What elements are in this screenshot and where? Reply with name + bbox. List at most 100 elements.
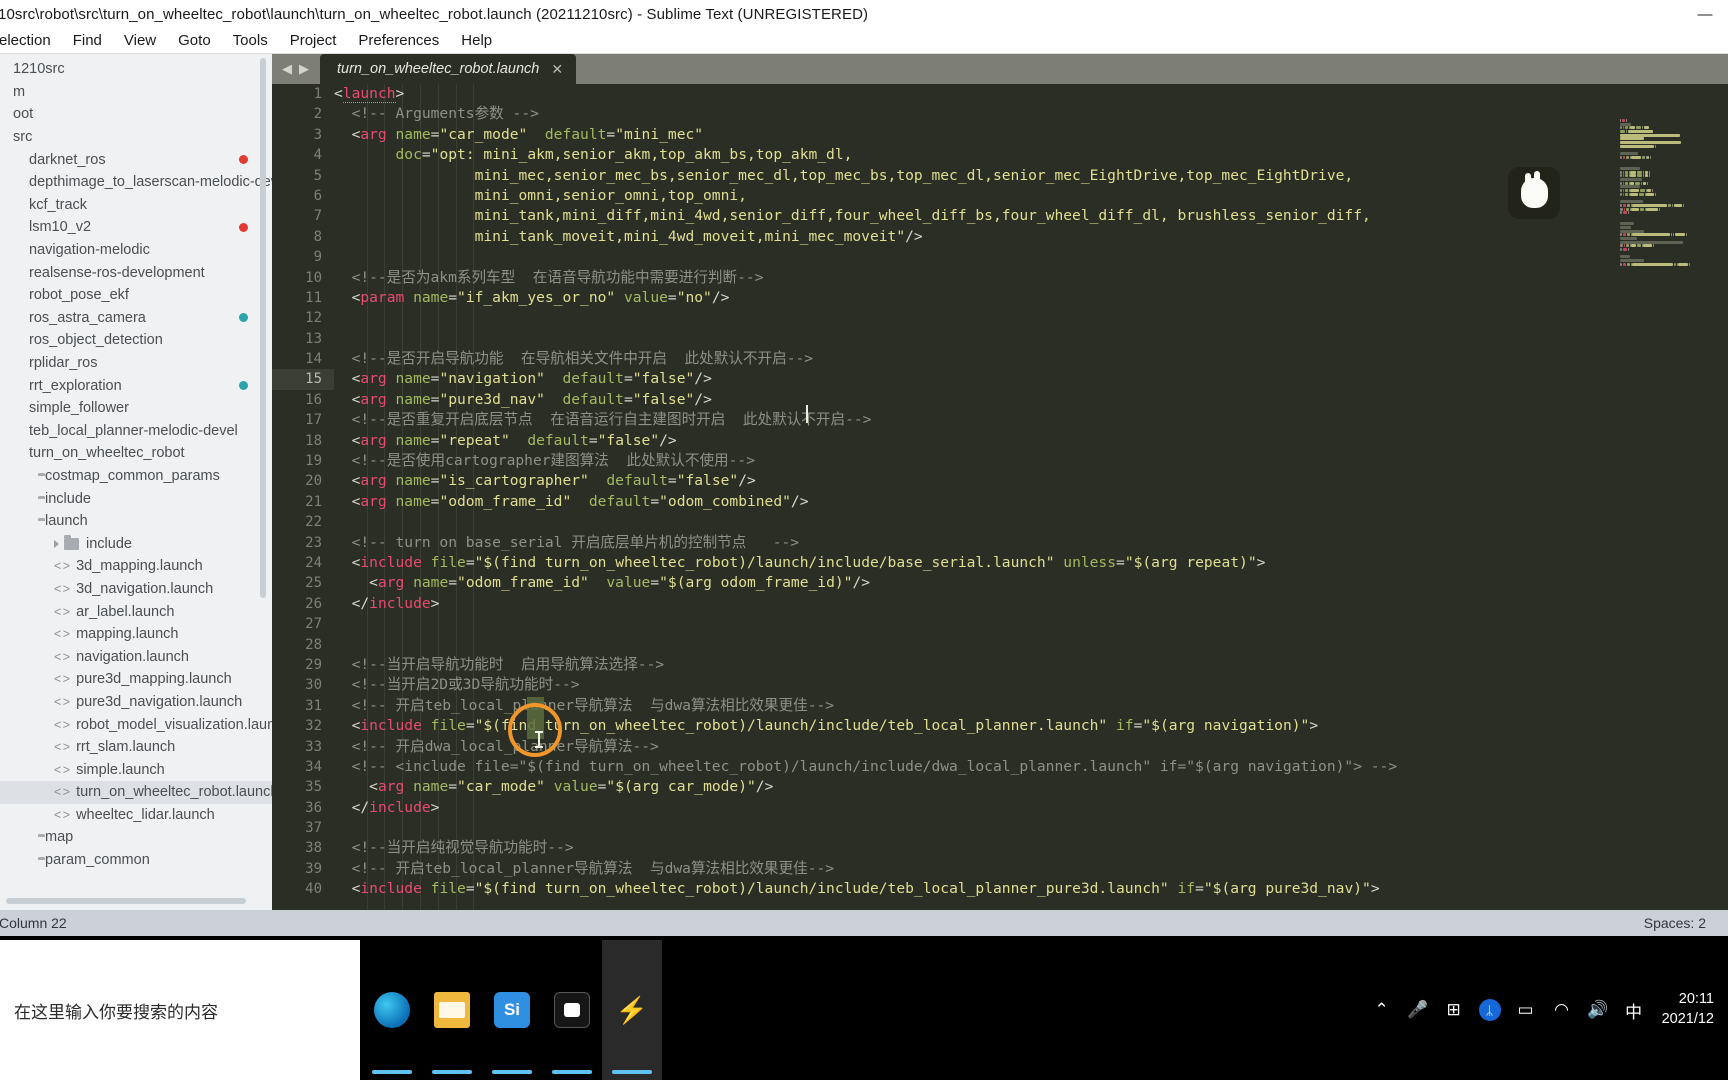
code-line[interactable]: <!--是否为akm系列车型 在语音导航功能中需要进行判断--> bbox=[334, 268, 1728, 288]
menu-item-tools[interactable]: Tools bbox=[222, 32, 279, 49]
sidebar-item-rrt-exploration[interactable]: rrt_exploration bbox=[0, 374, 272, 397]
sidebar-item-oot[interactable]: oot bbox=[0, 103, 272, 126]
snipaste-icon[interactable]: Si bbox=[482, 940, 542, 1080]
code-line[interactable]: <include file="$(find turn_on_wheeltec_r… bbox=[334, 553, 1728, 573]
code-line[interactable]: <!-- turn on base_serial 开启底层单片机的控制节点 --… bbox=[334, 533, 1728, 553]
sidebar-item-1210src[interactable]: 1210src bbox=[0, 58, 272, 81]
sidebar-item-darknet-ros[interactable]: darknet_ros bbox=[0, 148, 272, 171]
code-line[interactable] bbox=[334, 247, 1728, 267]
code-line[interactable] bbox=[334, 512, 1728, 532]
sidebar-item-navigation-launch[interactable]: < > navigation.launch bbox=[0, 645, 272, 668]
sidebar-item-wheeltec-lidar-launch[interactable]: < > wheeltec_lidar.launch bbox=[0, 804, 272, 827]
sidebar-item-simple-launch[interactable]: < > simple.launch bbox=[0, 758, 272, 781]
menu-item-preferences[interactable]: Preferences bbox=[347, 32, 450, 49]
menu-item-find[interactable]: Find bbox=[62, 32, 113, 49]
sidebar-horizontal-scrollbar[interactable] bbox=[6, 898, 246, 904]
sidebar-item-pure3d-navigation-launch[interactable]: < > pure3d_navigation.launch bbox=[0, 691, 272, 714]
code-line[interactable] bbox=[334, 308, 1728, 328]
sidebar-item-costmap-common-params[interactable]: costmap_common_params bbox=[0, 465, 272, 488]
code-line[interactable]: <!-- 开启teb_local_planner导航算法 与dwa算法相比效果更… bbox=[334, 859, 1728, 879]
code-line[interactable]: <arg name="car_mode" default="mini_mec" bbox=[334, 125, 1728, 145]
code-line[interactable]: mini_tank_moveit,mini_4wd_moveit,mini_me… bbox=[334, 227, 1728, 247]
sidebar-vertical-scrollbar[interactable] bbox=[260, 58, 266, 598]
code-line[interactable]: <!--是否开启导航功能 在导航相关文件中开启 此处默认不开启--> bbox=[334, 349, 1728, 369]
tab-next-icon[interactable]: ▶ bbox=[299, 61, 309, 77]
sidebar-item-include[interactable]: include bbox=[0, 487, 272, 510]
code-line[interactable]: <!-- <include file="$(find turn_on_wheel… bbox=[334, 757, 1728, 777]
code-line[interactable]: doc="opt: mini_akm,senior_akm,top_akm_bs… bbox=[334, 145, 1728, 165]
sidebar-item-mapping-launch[interactable]: < > mapping.launch bbox=[0, 623, 272, 646]
code-line[interactable]: <arg name="repeat" default="false"/> bbox=[334, 431, 1728, 451]
sidebar-item-depthimage-to-laserscan-melodic-devel[interactable]: depthimage_to_laserscan-melodic-devel bbox=[0, 171, 272, 194]
sublime-text-icon[interactable]: ⚡ bbox=[602, 940, 662, 1080]
menu-item-project[interactable]: Project bbox=[279, 32, 348, 49]
close-icon[interactable]: ✕ bbox=[551, 61, 563, 78]
sidebar-item-rplidar-ros[interactable]: rplidar_ros bbox=[0, 352, 272, 375]
sidebar-item-turn-on-wheeltec-robot[interactable]: turn_on_wheeltec_robot bbox=[0, 442, 272, 465]
sidebar-item-lsm10-v2[interactable]: lsm10_v2 bbox=[0, 216, 272, 239]
sidebar-item-ros-object-detection[interactable]: ros_object_detection bbox=[0, 329, 272, 352]
code-line[interactable]: <arg name="navigation" default="false"/> bbox=[334, 369, 1728, 389]
taskbar-clock[interactable]: 20:11 2021/12 bbox=[1652, 990, 1728, 1029]
sidebar-item-simple-follower[interactable]: simple_follower bbox=[0, 397, 272, 420]
sidebar-item-navigation-melodic[interactable]: navigation-melodic bbox=[0, 239, 272, 262]
menu-item-help[interactable]: Help bbox=[450, 32, 503, 49]
windows-flag-icon[interactable]: ⊞ bbox=[1436, 940, 1472, 1080]
ime-icon[interactable]: 中 bbox=[1616, 940, 1652, 1080]
bluetooth-icon[interactable]: ᛦ bbox=[1472, 940, 1508, 1080]
wifi-icon[interactable]: ◠ bbox=[1544, 940, 1580, 1080]
taskbar-search-box[interactable]: 在这里输入你要搜索的内容 bbox=[0, 940, 360, 1080]
sidebar-item-rrt-slam-launch[interactable]: < > rrt_slam.launch bbox=[0, 736, 272, 759]
sidebar-item-param-common[interactable]: param_common bbox=[0, 849, 272, 872]
chevron-up-icon[interactable]: ⌃ bbox=[1364, 940, 1400, 1080]
sidebar-item-turn-on-wheeltec-robot-launch[interactable]: < > turn_on_wheeltec_robot.launch bbox=[0, 781, 272, 804]
search-input[interactable]: 在这里输入你要搜索的内容 bbox=[14, 998, 218, 1023]
tab-turn-on-wheeltec-robot-launch[interactable]: turn_on_wheeltec_robot.launch ✕ bbox=[320, 54, 577, 84]
microphone-icon[interactable]: 🎤 bbox=[1400, 940, 1436, 1080]
sidebar-item-map[interactable]: map bbox=[0, 826, 272, 849]
code-line[interactable]: <!--当开启2D或3D导航功能时--> bbox=[334, 675, 1728, 695]
screen-recorder-icon[interactable] bbox=[542, 940, 602, 1080]
sidebar-item-3d-navigation-launch[interactable]: < > 3d_navigation.launch bbox=[0, 578, 272, 601]
code-line[interactable]: <arg name="odom_frame_id" value="$(arg o… bbox=[334, 573, 1728, 593]
code-line[interactable] bbox=[334, 635, 1728, 655]
code-line[interactable]: <arg name="is_cartographer" default="fal… bbox=[334, 471, 1728, 491]
code-line[interactable]: <!-- Arguments参数 --> bbox=[334, 104, 1728, 124]
sidebar-item-robot-pose-ekf[interactable]: robot_pose_ekf bbox=[0, 284, 272, 307]
menu-item-view[interactable]: View bbox=[113, 32, 167, 49]
code-line[interactable]: <!--当开启导航功能时 启用导航算法选择--> bbox=[334, 655, 1728, 675]
sidebar-item-m[interactable]: m bbox=[0, 81, 272, 104]
sidebar-item-pure3d-mapping-launch[interactable]: < > pure3d_mapping.launch bbox=[0, 668, 272, 691]
code-line[interactable] bbox=[334, 614, 1728, 634]
file-explorer-icon[interactable] bbox=[422, 940, 482, 1080]
code-line[interactable]: <!--是否重复开启底层节点 在语音运行自主建图时开启 此处默认不开启--> bbox=[334, 410, 1728, 430]
sidebar-item-robot-model-visualization-launch[interactable]: < > robot_model_visualization.launch bbox=[0, 713, 272, 736]
chevron-right-icon[interactable] bbox=[54, 539, 59, 548]
code-minimap[interactable] bbox=[1616, 114, 1728, 910]
sidebar-item-ros-astra-camera[interactable]: ros_astra_camera bbox=[0, 307, 272, 330]
code-line[interactable]: <!--是否使用cartographer建图算法 此处默认不使用--> bbox=[334, 451, 1728, 471]
code-line[interactable]: <arg name="pure3d_nav" default="false"/> bbox=[334, 390, 1728, 410]
code-line[interactable]: <arg name="odom_frame_id" default="odom_… bbox=[334, 492, 1728, 512]
edge-icon[interactable] bbox=[362, 940, 422, 1080]
sidebar-item-realsense-ros-development[interactable]: realsense-ros-development bbox=[0, 261, 272, 284]
code-line[interactable]: </include> bbox=[334, 798, 1728, 818]
battery-icon[interactable]: ▭ bbox=[1508, 940, 1544, 1080]
code-line[interactable] bbox=[334, 818, 1728, 838]
code-line[interactable]: <!--当开启纯视觉导航功能时--> bbox=[334, 838, 1728, 858]
code-line[interactable]: </include> bbox=[334, 594, 1728, 614]
sidebar-item-kcf-track[interactable]: kcf_track bbox=[0, 194, 272, 217]
sidebar-item-launch[interactable]: launch bbox=[0, 510, 272, 533]
sidebar-item-include[interactable]: include bbox=[0, 532, 272, 555]
code-line[interactable]: <param name="if_akm_yes_or_no" value="no… bbox=[334, 288, 1728, 308]
sidebar-item-ar-label-launch[interactable]: < > ar_label.launch bbox=[0, 600, 272, 623]
menu-item-election[interactable]: election bbox=[0, 32, 62, 49]
code-line[interactable]: <launch> bbox=[334, 84, 1728, 104]
sidebar-item-3d-mapping-launch[interactable]: < > 3d_mapping.launch bbox=[0, 555, 272, 578]
minimize-button[interactable]: — bbox=[1682, 0, 1728, 28]
sidebar-item-teb-local-planner-melodic-devel[interactable]: teb_local_planner-melodic-devel bbox=[0, 420, 272, 443]
code-line[interactable]: <include file="$(find turn_on_wheeltec_r… bbox=[334, 879, 1728, 899]
code-line[interactable] bbox=[334, 329, 1728, 349]
menu-item-goto[interactable]: Goto bbox=[167, 32, 222, 49]
tab-prev-icon[interactable]: ◀ bbox=[282, 61, 292, 77]
